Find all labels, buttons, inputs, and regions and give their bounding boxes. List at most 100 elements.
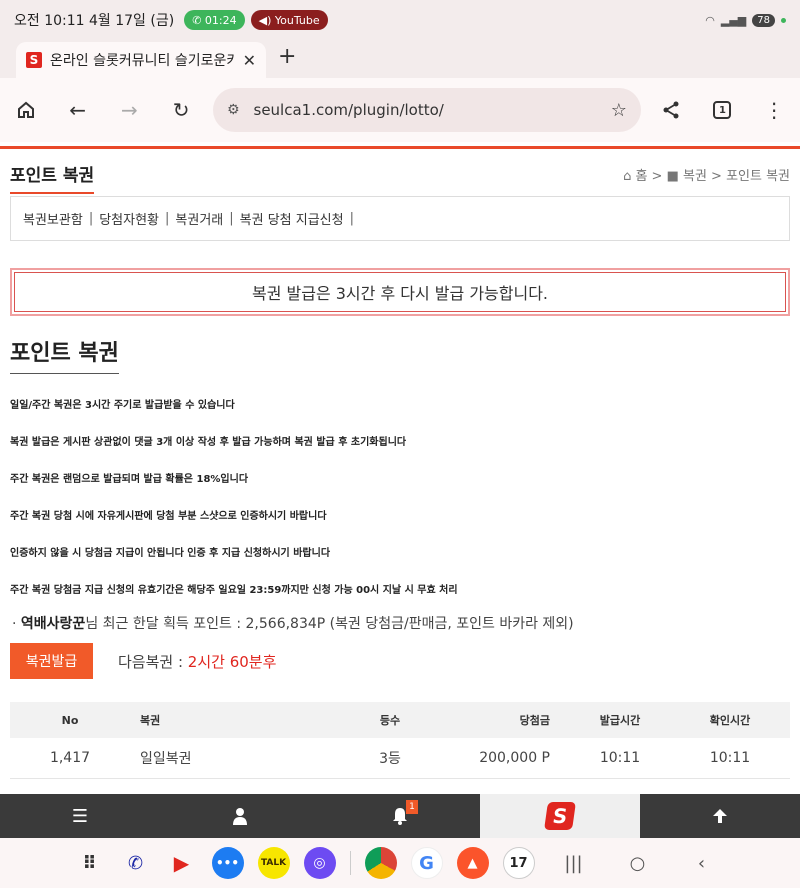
col-checked: 확인시간 [670, 702, 790, 738]
page-header: 포인트 복권 ⌂ 홈 > ■ 복권 > 포인트 복권 [10, 161, 790, 197]
rule-text: 복권 발급은 게시판 상관없이 댓글 3개 이상 작성 후 발급 가능하며 복권… [10, 437, 407, 448]
col-no: No [10, 702, 130, 738]
wifi-icon: ◠ [705, 13, 715, 27]
subnav-trade[interactable]: 복권거래 [175, 209, 223, 228]
recent-apps-icon[interactable]: ||| [549, 853, 599, 874]
lotto-table: No 복권 등수 당첨금 발급시간 확인시간 1,417 일일복권 3등 200… [10, 702, 790, 794]
android-taskbar: ⠿ ✆ ▶ ••• TALK ◎ G ▲ 17 ||| ○ ‹ [0, 838, 800, 888]
table-row[interactable] [10, 778, 790, 794]
rule-text: 주간 복권 당첨 시에 자유게시판에 당첨 부분 스샷으로 인증하시기 바랍니다 [10, 511, 327, 522]
home-icon: ⌂ [623, 169, 636, 184]
close-tab-icon[interactable]: ✕ [243, 51, 256, 70]
table-header-row: No 복권 등수 당첨금 발급시간 확인시간 [10, 702, 790, 738]
breadcrumb: ⌂ 홈 > ■ 복권 > 포인트 복권 [623, 165, 790, 184]
breadcrumb-text[interactable]: 홈 > ■ 복권 > 포인트 복권 [635, 169, 790, 184]
share-icon[interactable] [645, 84, 697, 136]
browser-tab[interactable]: S 온라인 슬롯커뮤니티 슬기로운카 ✕ [16, 42, 266, 78]
talk-label: TALK [260, 858, 287, 868]
subnav-locker[interactable]: 복권보관함 [23, 209, 83, 228]
user-point-stat: · 역배사랑꾼님 최근 한달 획득 포인트 : 2,566,834P (복권 당… [12, 616, 574, 632]
address-bar[interactable]: ⚙ seulca1.com/plugin/lotto/ ☆ [212, 88, 641, 132]
signal-icon: ▂▄▆ [720, 13, 747, 27]
youtube-app-icon[interactable]: ▶ [166, 847, 198, 879]
col-rank: 등수 [330, 702, 450, 738]
page-heading: 포인트 복권 [10, 161, 95, 194]
calendar-app-icon[interactable]: 17 [502, 847, 535, 879]
tab-count: 1 [713, 101, 732, 119]
youtube-chip[interactable]: ◀) YouTube [250, 10, 328, 30]
col-issued: 발급시간 [570, 702, 670, 738]
back-arrow-icon[interactable]: ← [52, 84, 104, 136]
status-icons: ◠ ▂▄▆ 78 [705, 13, 786, 27]
google-app-icon[interactable]: G [410, 847, 443, 879]
page-content: 포인트 복권 ⌂ 홈 > ■ 복권 > 포인트 복권 복권보관함 | 당첨자현황 |… [0, 149, 800, 794]
site-logo-icon: S [26, 52, 42, 68]
subnav-separator: | [165, 211, 170, 226]
col-prize: 당첨금 [450, 702, 570, 738]
cut-off-row [10, 778, 790, 794]
speaker-icon: ◀) [258, 13, 275, 27]
youtube-label: YouTube [274, 13, 320, 27]
forward-arrow-icon[interactable]: → [103, 84, 155, 136]
kakaotalk-app-icon[interactable]: TALK [257, 847, 290, 879]
dock-divider [349, 851, 351, 875]
call-duration: 01:24 [204, 13, 237, 27]
home-icon[interactable] [0, 84, 52, 136]
site-logo-button[interactable]: S [480, 794, 640, 838]
status-time: 오전 10:11 4월 17일 (금) [14, 13, 175, 29]
back-button-icon[interactable]: ‹ [677, 853, 727, 874]
user-name: 역배사랑꾼 [20, 616, 86, 632]
lotto-subnav: 복권보관함 | 당첨자현황 | 복권거래 | 복권 당첨 지급신청 | [10, 196, 790, 241]
messages-app-icon[interactable]: ••• [211, 847, 244, 879]
reload-icon[interactable]: ↻ [155, 84, 207, 136]
cell-prize: 200,000 P [450, 738, 570, 779]
screen: 오전 10:11 4월 17일 (금) ✆ 01:24 ◀) YouTube ◠… [0, 0, 800, 888]
subnav-separator: | [229, 211, 234, 226]
rule-text: 인증하지 않을 시 당첨금 지급이 안됩니다 인증 후 지급 신청하시기 바랍니… [10, 548, 331, 559]
calendar-day: 17 [509, 855, 528, 871]
next-lotto: 다음복권 : 2시간 60분후 [118, 651, 276, 672]
rule-text: 일일/주간 복권은 3시간 주기로 발급받을 수 있습니다 [10, 400, 235, 411]
user-icon[interactable] [160, 794, 320, 838]
call-chip[interactable]: ✆ 01:24 [184, 10, 245, 30]
privacy-dot-icon [781, 17, 786, 23]
brave-app-icon[interactable]: ▲ [456, 847, 489, 879]
app-drawer-icon[interactable]: ⠿ [74, 847, 106, 879]
rule-text: 주간 복권은 랜덤으로 발급되며 발급 확률은 18%입니다 [10, 474, 249, 485]
notification-badge: 1 [406, 800, 418, 814]
table-row[interactable]: 1,417 일일복권 3등 200,000 P 10:11 10:11 [10, 738, 790, 779]
status-bar: 오전 10:11 4월 17일 (금) ✆ 01:24 ◀) YouTube ◠… [0, 0, 800, 40]
col-lotto: 복권 [130, 702, 330, 738]
more-menu-icon[interactable]: ⋮ [748, 84, 800, 136]
next-label: 다음복권 : [118, 653, 188, 671]
samsung-internet-icon[interactable]: ◎ [303, 847, 336, 879]
tab-title: 온라인 슬롯커뮤니티 슬기로운카 [50, 53, 235, 69]
new-tab-icon[interactable]: + [278, 44, 296, 69]
next-value: 2시간 60분후 [187, 653, 277, 671]
scroll-top-icon[interactable] [640, 794, 800, 838]
phone-app-icon[interactable]: ✆ [120, 847, 152, 879]
chrome-app-icon[interactable] [364, 847, 397, 879]
tab-switcher-icon[interactable]: 1 [697, 84, 749, 136]
cell-no: 1,417 [10, 738, 130, 779]
tab-strip: S 온라인 슬롯커뮤니티 슬기로운카 ✕ [0, 40, 800, 78]
bookmark-star-icon[interactable]: ☆ [611, 100, 627, 121]
site-settings-icon[interactable]: ⚙ [227, 102, 240, 118]
subnav-separator: | [88, 211, 94, 226]
menu-icon[interactable]: ☰ [0, 794, 160, 838]
subnav-winners[interactable]: 당첨자현황 [99, 209, 159, 228]
site-logo-icon: S [544, 802, 576, 830]
notice-text: 복권 발급은 3시간 후 다시 발급 가능합니다. [14, 272, 786, 312]
url-text: seulca1.com/plugin/lotto/ [253, 101, 444, 119]
phone-icon: ✆ [192, 13, 205, 27]
issue-lotto-button[interactable]: 복권발급 [10, 643, 93, 679]
subnav-separator: | [349, 211, 354, 226]
cell-rank: 3등 [330, 738, 450, 779]
bell-icon[interactable]: 1 [320, 794, 480, 838]
home-button-icon[interactable]: ○ [613, 853, 663, 874]
cell-issued: 10:11 [570, 738, 670, 779]
cell-checked: 10:11 [670, 738, 790, 779]
subnav-claim[interactable]: 복권 당첨 지급신청 [240, 209, 344, 228]
stat-text: 님 최근 한달 획득 포인트 : 2,566,834P (복권 당첨금/판매금,… [85, 616, 574, 632]
browser-toolbar: ← → ↻ ⚙ seulca1.com/plugin/lotto/ ☆ 1 ⋮ [0, 78, 800, 142]
